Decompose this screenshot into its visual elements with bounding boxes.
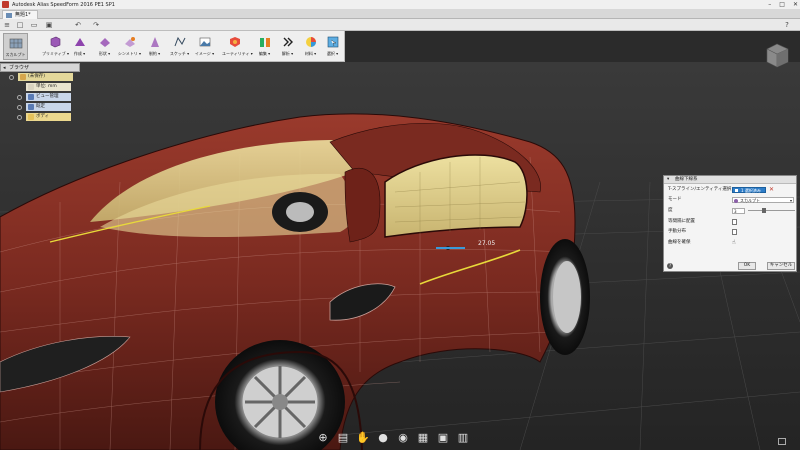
document-tab[interactable]: 無題1* [2,10,38,19]
document-icon [20,74,26,80]
mode-row: モード スカルプト ▾ [668,197,794,203]
help-icon[interactable]: ? [783,21,791,29]
degree-slider-track[interactable] [748,210,795,211]
orbit-icon[interactable]: ⊕ [316,431,330,445]
expand-toggle-icon[interactable] [9,75,14,80]
utility-icon [229,37,240,47]
constraint-icon [150,37,159,47]
chevron-down-icon: ▾ [789,198,792,203]
undo-icon[interactable]: ↶ [74,21,82,29]
units-icon [28,84,34,90]
zoom-icon[interactable]: ● [376,431,390,445]
align-checkbox[interactable] [732,219,737,225]
title-bar: Autodesk Alias SpeedForm 2016 PE1 SP1 – … [0,0,800,9]
redo-icon[interactable]: ↷ [92,21,100,29]
select-button[interactable]: 選択 ▾ [320,33,345,60]
constraint-button[interactable]: 制約 ▾ [142,33,167,60]
selection-button[interactable]: 1 選択済み [732,187,766,193]
cancel-button[interactable]: キャンセル [767,262,795,270]
viewports-icon[interactable]: ▣ [436,431,450,445]
image-icon [199,37,210,47]
ribbon-toolbar: スカルプト プリミティブ ▾ 作成 ▾ 形状 ▾ シンメトリ ▾ 制約 ▾ スケ… [0,31,345,62]
create-button[interactable]: 作成 ▾ [67,33,92,60]
edit-icon [259,38,270,47]
bodies-icon [28,114,34,120]
browser-panel-header[interactable]: ◂ ブラウザ [0,63,80,72]
modify-button[interactable]: 形状 ▾ [92,33,117,60]
clear-selection-icon[interactable]: ✕ [769,186,774,194]
sculpt-mode-icon [734,198,738,203]
tree-item-units[interactable]: 単位: mm [26,83,71,91]
app-title: Autodesk Alias SpeedForm 2016 PE1 SP1 [12,1,115,8]
sculpt-icon [9,38,22,49]
curve-dialog: ▾ 曲線下線系 T-スプライン/エンティティ選択 1 選択済み ✕ モード スカ… [663,175,797,272]
pan-icon[interactable]: ✋ [356,431,370,445]
symmetry-button[interactable]: シンメトリ ▾ [117,33,142,60]
align-row: 等間隔に配置 [668,218,794,226]
navigation-bar: ⊕ ▤ ✋ ● ◉ ▦ ▣ ▥ [316,430,470,446]
select-icon [327,36,338,48]
quick-access-toolbar: ≡ □ ▭ ▣ ↶ ↷ ? [0,19,800,31]
hand-distribution-row: 手動分布 [668,228,794,236]
symmetry-icon [124,37,135,47]
sketch-icon [174,36,185,47]
close-window-button[interactable]: ✕ [793,1,798,8]
cube-icon [50,36,60,48]
tree-root[interactable]: (未保存) [18,73,73,81]
degree-input[interactable]: 3 [732,208,745,214]
app-logo-icon [2,1,9,8]
zoom-window-icon[interactable]: ◉ [396,431,410,445]
camera-icon [28,104,34,110]
viewcube[interactable] [762,40,792,70]
document-icon [6,13,12,18]
maximize-button[interactable]: □ [779,1,785,8]
create-icon [74,38,85,46]
display-icon[interactable]: ▦ [416,431,430,445]
tree-item-default[interactable]: 既定 [26,103,71,111]
curve-row: 曲線を確保 ☝ [668,239,794,247]
utility-button[interactable]: ユーティリティ ▾ [222,33,253,60]
modify-icon [99,38,110,47]
status-icon[interactable] [778,438,786,445]
help-icon[interactable]: ? [667,263,673,269]
tree-item-view[interactable]: ビュー管理 [26,93,71,101]
alias-speedform-window: Autodesk Alias SpeedForm 2016 PE1 SP1 – … [0,0,800,450]
analyze-icon [283,37,293,47]
expand-toggle-icon[interactable] [17,105,22,110]
collapse-arrow-icon[interactable]: ◂ [3,64,6,73]
sculpt-button[interactable]: スカルプト [3,33,28,60]
hand-cursor-icon[interactable]: ☝ [732,240,738,246]
document-tab-label: 無題1* [15,12,31,18]
degree-row: 度 3 [668,207,795,215]
sketch-button[interactable]: スケッチ ▾ [167,33,192,60]
document-tab-bar: 無題1* [0,9,800,19]
tree-item-bodies[interactable]: ボディ [26,113,71,121]
material-icon [305,37,316,47]
window-controls: – □ ✕ [768,0,798,9]
collapse-icon[interactable]: ▾ [667,176,669,184]
degree-slider-thumb[interactable] [762,208,766,213]
save-icon[interactable]: ▣ [45,21,53,29]
hand-distribution-checkbox[interactable] [732,229,737,235]
image-button[interactable]: イメージ ▾ [192,33,217,60]
edit-button[interactable]: 編集 ▾ [252,33,277,60]
rear-wheel [540,239,590,355]
mode-select[interactable]: スカルプト ▾ [732,197,794,203]
primitive-button[interactable]: プリミティブ ▾ [42,33,69,60]
dialog-title-bar[interactable]: ▾ 曲線下線系 [664,176,796,184]
expand-toggle-icon[interactable] [17,115,22,120]
browser-title: ブラウザ [9,65,30,71]
view-icon [28,94,34,100]
look-icon[interactable]: ▤ [336,431,350,445]
expand-toggle-icon[interactable] [17,95,22,100]
minimize-button[interactable]: – [768,1,771,8]
analyze-button[interactable]: 解析 ▾ [275,33,300,60]
selection-row: T-スプライン/エンティティ選択 1 選択済み ✕ [668,186,775,194]
open-folder-icon[interactable]: ▭ [30,21,38,29]
dimension-label: 27.05 [478,240,495,247]
ok-button[interactable]: OK [738,262,756,270]
grid-icon[interactable]: ▥ [456,431,470,445]
new-file-icon[interactable]: □ [16,21,24,29]
menu-icon[interactable]: ≡ [3,21,11,29]
